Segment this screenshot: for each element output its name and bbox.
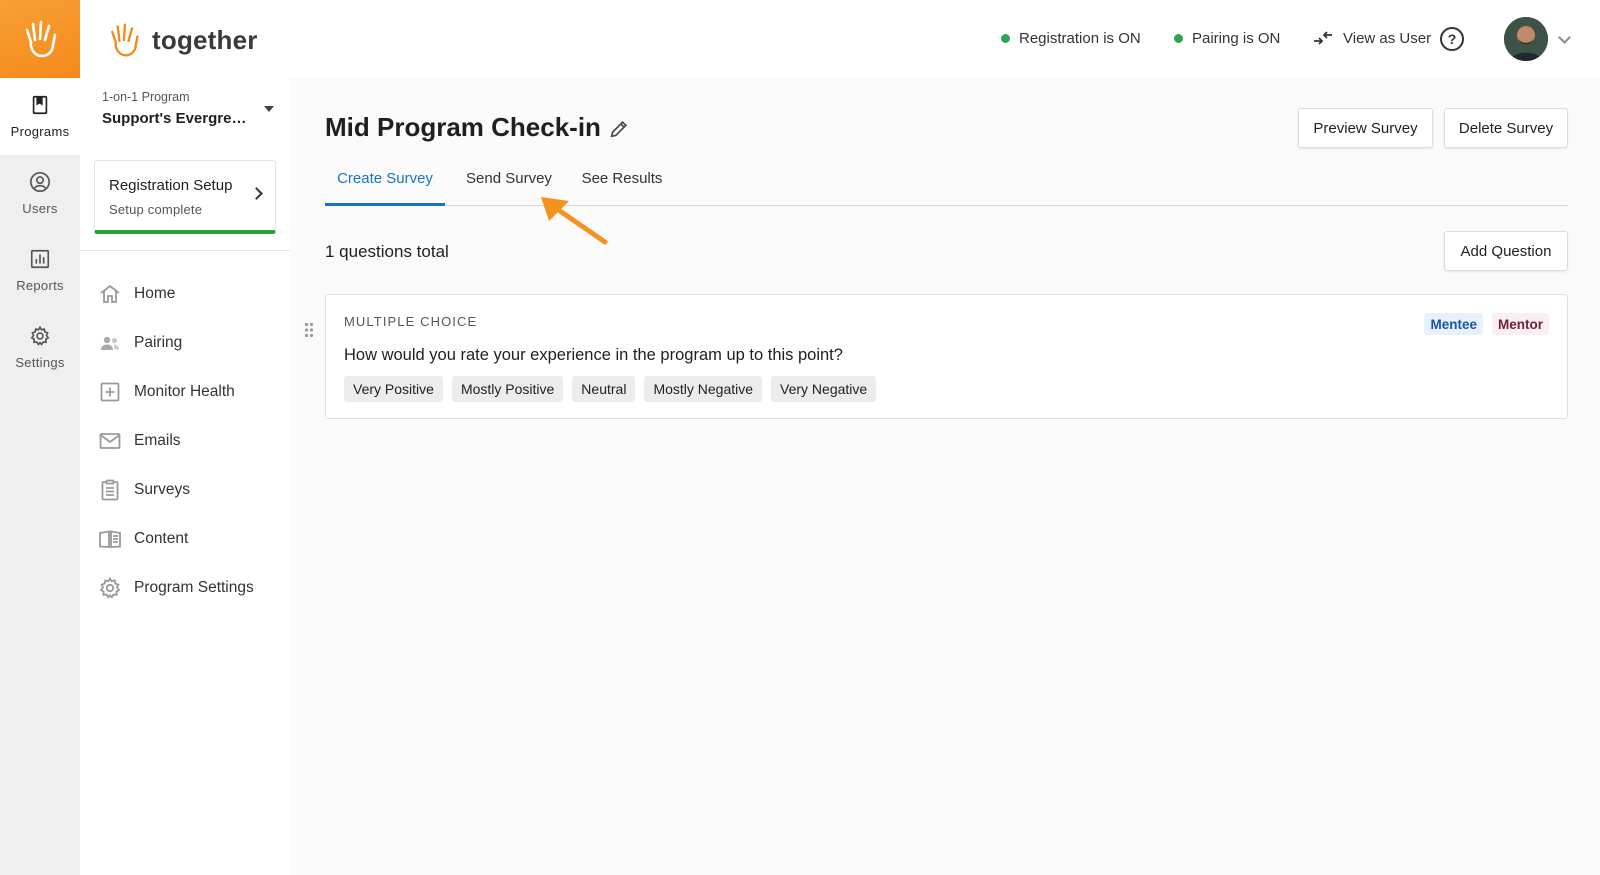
status-dot bbox=[1174, 34, 1183, 43]
sidebar-item-label: Pairing bbox=[134, 333, 183, 351]
view-as-user-label: View as User bbox=[1343, 29, 1432, 47]
swap-arrows-icon bbox=[1314, 31, 1332, 45]
view-as-user-button[interactable]: View as User bbox=[1312, 29, 1431, 47]
brand-name: together bbox=[152, 24, 258, 55]
hand-logo-icon bbox=[25, 20, 57, 58]
sidebar-item-pairing[interactable]: Pairing bbox=[80, 318, 290, 367]
audience-badges: Mentee Mentor bbox=[1424, 313, 1549, 335]
user-photo-icon bbox=[1504, 17, 1548, 61]
drag-handle-icon[interactable] bbox=[304, 322, 314, 338]
sidebar-item-label: Content bbox=[134, 529, 189, 547]
sidebar-item-label: Home bbox=[134, 284, 176, 302]
rail-label: Reports bbox=[16, 278, 64, 293]
rail-item-settings[interactable]: Settings bbox=[0, 309, 80, 386]
mail-icon bbox=[99, 432, 121, 449]
callout-arrow-icon bbox=[541, 197, 608, 245]
sidebar-item-content[interactable]: Content bbox=[80, 514, 290, 563]
tab-create-survey[interactable]: Create Survey bbox=[325, 166, 445, 206]
answer-option: Neutral bbox=[572, 376, 636, 402]
user-circle-icon bbox=[30, 172, 50, 192]
caret-down-icon bbox=[264, 106, 274, 112]
clipboard-icon bbox=[101, 479, 119, 500]
add-question-button[interactable]: Add Question bbox=[1444, 231, 1568, 271]
sidebar-item-label: Emails bbox=[134, 431, 181, 449]
question-type: MULTIPLE CHOICE bbox=[344, 314, 478, 329]
answer-option: Very Negative bbox=[771, 376, 877, 402]
survey-tabs: Create Survey Send Survey See Results bbox=[325, 166, 1568, 206]
rail-item-reports[interactable]: Reports bbox=[0, 232, 80, 309]
sidebar-item-home[interactable]: Home bbox=[80, 269, 290, 318]
sidebar-item-surveys[interactable]: Surveys bbox=[80, 465, 290, 514]
sidebar-item-label: Monitor Health bbox=[134, 382, 235, 400]
sidebar-item-label: Program Settings bbox=[134, 578, 254, 596]
registration-status: Setup complete bbox=[109, 202, 203, 217]
pairing-status-indicator[interactable]: Pairing is ON bbox=[1174, 30, 1280, 47]
sidebar-nav: Home Pairing Monitor Health Emails Surve… bbox=[80, 251, 290, 612]
book-icon bbox=[32, 95, 48, 115]
pairing-status-text: Pairing is ON bbox=[1192, 30, 1281, 47]
sidebar-item-emails[interactable]: Emails bbox=[80, 416, 290, 465]
mentee-badge: Mentee bbox=[1424, 313, 1483, 335]
question-card[interactable]: MULTIPLE CHOICE How would you rate your … bbox=[325, 294, 1568, 419]
bar-chart-icon bbox=[30, 249, 50, 269]
questions-total: 1 questions total bbox=[325, 242, 449, 261]
sidebar-item-monitor-health[interactable]: Monitor Health bbox=[80, 367, 290, 416]
page-title: Mid Program Check-in bbox=[325, 112, 601, 142]
answer-options: Very Positive Mostly Positive Neutral Mo… bbox=[344, 376, 877, 402]
pencil-edit-icon[interactable] bbox=[608, 118, 630, 140]
rail-label: Programs bbox=[10, 124, 70, 139]
hand-logo-icon bbox=[111, 23, 139, 57]
status-dot bbox=[1001, 34, 1010, 43]
registration-title: Registration Setup bbox=[109, 177, 233, 194]
program-type: 1-on-1 Program bbox=[102, 90, 190, 104]
gear-icon bbox=[99, 576, 121, 599]
registration-setup-card[interactable]: Registration Setup Setup complete bbox=[94, 160, 276, 234]
top-bar: Registration is ON Pairing is ON View as… bbox=[290, 0, 1600, 78]
registration-status-indicator[interactable]: Registration is ON bbox=[1001, 30, 1141, 47]
app-logo[interactable] bbox=[0, 0, 80, 78]
answer-option: Mostly Negative bbox=[644, 376, 763, 402]
health-plus-icon bbox=[100, 382, 120, 401]
help-icon[interactable]: ? bbox=[1440, 27, 1464, 51]
sidebar-item-label: Surveys bbox=[134, 480, 190, 498]
gear-icon bbox=[30, 325, 50, 346]
sidebar-item-program-settings[interactable]: Program Settings bbox=[80, 563, 290, 612]
answer-option: Very Positive bbox=[344, 376, 443, 402]
program-sidebar: together 1-on-1 Program Support's Evergr… bbox=[80, 0, 290, 875]
chevron-down-icon[interactable] bbox=[1558, 31, 1571, 44]
program-name: Support's Evergreen Mentorship Program bbox=[102, 110, 254, 127]
brand[interactable]: together bbox=[80, 0, 290, 80]
users-icon bbox=[101, 336, 119, 350]
program-selector[interactable]: 1-on-1 Program Support's Evergreen Mento… bbox=[80, 80, 290, 150]
book-open-icon bbox=[99, 529, 121, 548]
mentor-badge: Mentor bbox=[1492, 313, 1549, 335]
question-text: How would you rate your experience in th… bbox=[344, 346, 843, 364]
rail-item-users[interactable]: Users bbox=[0, 155, 80, 232]
preview-survey-button[interactable]: Preview Survey bbox=[1298, 108, 1433, 148]
delete-survey-button[interactable]: Delete Survey bbox=[1444, 108, 1568, 148]
rail-label: Users bbox=[22, 201, 58, 216]
registration-status-text: Registration is ON bbox=[1019, 30, 1141, 47]
home-icon bbox=[100, 284, 120, 303]
avatar[interactable] bbox=[1504, 17, 1548, 61]
answer-option: Mostly Positive bbox=[451, 376, 564, 402]
rail-label: Settings bbox=[15, 355, 65, 370]
app-rail: Programs Users Reports Settings bbox=[0, 0, 80, 875]
rail-item-programs[interactable]: Programs bbox=[0, 78, 80, 155]
